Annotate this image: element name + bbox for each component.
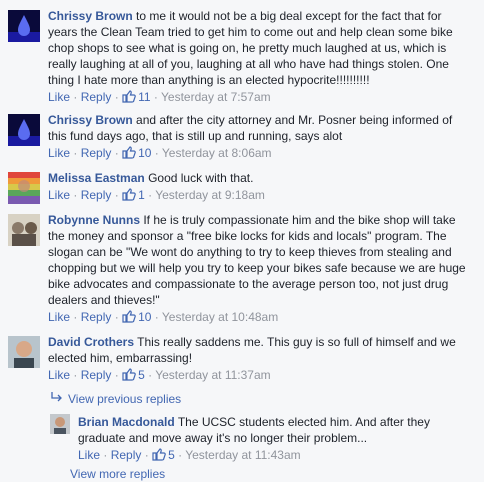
comment-actions: Like · Reply · 10 · Yesterday at 10:48am: [48, 310, 279, 324]
comment-actions: Like · Reply · 1 · Yesterday at 9:18am: [48, 188, 265, 202]
comment-message: Good luck with that.: [148, 171, 254, 185]
comment-author[interactable]: David Crothers: [48, 335, 134, 349]
reply-arrow-icon: [50, 391, 68, 407]
like-count[interactable]: 1: [122, 188, 145, 202]
comment-author[interactable]: Melissa Eastman: [48, 171, 145, 185]
comment-text: Robynne Nunns If he is truly compassiona…: [48, 212, 474, 308]
comment-author[interactable]: Robynne Nunns: [48, 213, 140, 227]
thumbs-up-icon: [152, 448, 166, 461]
reply-button[interactable]: Reply: [81, 310, 112, 324]
comment-message: If he is truly compassionate him and the…: [48, 213, 466, 307]
like-button[interactable]: Like: [78, 448, 100, 462]
avatar[interactable]: [8, 336, 40, 368]
timestamp[interactable]: Yesterday at 11:37am: [155, 368, 270, 382]
comment-text: Melissa Eastman Good luck with that.: [48, 170, 474, 186]
view-previous-replies-link[interactable]: View previous replies: [50, 391, 181, 407]
reply-button[interactable]: Reply: [81, 146, 112, 160]
timestamp[interactable]: Yesterday at 9:18am: [155, 188, 265, 202]
thumbs-up-icon: [122, 368, 136, 381]
avatar[interactable]: [8, 172, 40, 204]
timestamp[interactable]: Yesterday at 8:06am: [162, 146, 272, 160]
timestamp[interactable]: Yesterday at 7:57am: [161, 90, 271, 104]
like-count[interactable]: 10: [122, 146, 151, 160]
like-button[interactable]: Like: [48, 90, 70, 104]
timestamp[interactable]: Yesterday at 10:48am: [162, 310, 278, 324]
comment-actions: Like · Reply · 10 · Yesterday at 8:06am: [48, 146, 272, 160]
reply-button[interactable]: Reply: [81, 188, 112, 202]
avatar[interactable]: [8, 10, 40, 42]
comment-actions: Like · Reply · 5 · Yesterday at 11:37am: [48, 368, 271, 382]
avatar[interactable]: [8, 214, 40, 246]
avatar[interactable]: [8, 114, 40, 146]
comment-author[interactable]: Brian Macdonald: [78, 415, 175, 429]
thumbs-up-icon: [122, 146, 136, 159]
comment-text: Brian Macdonald The UCSC students electe…: [78, 414, 474, 446]
thumbs-up-icon: [122, 90, 136, 103]
comment-text: Chrissy Brown to me it would not be a bi…: [48, 8, 474, 88]
thumbs-up-icon: [122, 310, 136, 323]
thumbs-up-icon: [122, 188, 136, 201]
like-button[interactable]: Like: [48, 146, 70, 160]
comment-text: Chrissy Brown and after the city attorne…: [48, 112, 474, 144]
like-button[interactable]: Like: [48, 368, 70, 382]
like-count[interactable]: 11: [122, 90, 151, 104]
like-button[interactable]: Like: [48, 310, 70, 324]
view-more-replies-link[interactable]: View more replies: [70, 466, 165, 482]
comment-text: David Crothers This really saddens me. T…: [48, 334, 474, 366]
like-count[interactable]: 5: [152, 448, 175, 462]
avatar[interactable]: [50, 414, 70, 434]
reply-button[interactable]: Reply: [111, 448, 142, 462]
like-count[interactable]: 10: [122, 310, 151, 324]
comment-actions: Like · Reply · 11 · Yesterday at 7:57am: [48, 90, 271, 104]
timestamp[interactable]: Yesterday at 11:43am: [185, 448, 300, 462]
reply-button[interactable]: Reply: [81, 368, 112, 382]
comment-author[interactable]: Chrissy Brown: [48, 113, 133, 127]
comment-author[interactable]: Chrissy Brown: [48, 9, 133, 23]
reply-button[interactable]: Reply: [81, 90, 112, 104]
like-button[interactable]: Like: [48, 188, 70, 202]
like-count[interactable]: 5: [122, 368, 145, 382]
comment-actions: Like · Reply · 5 · Yesterday at 11:43am: [78, 448, 301, 462]
